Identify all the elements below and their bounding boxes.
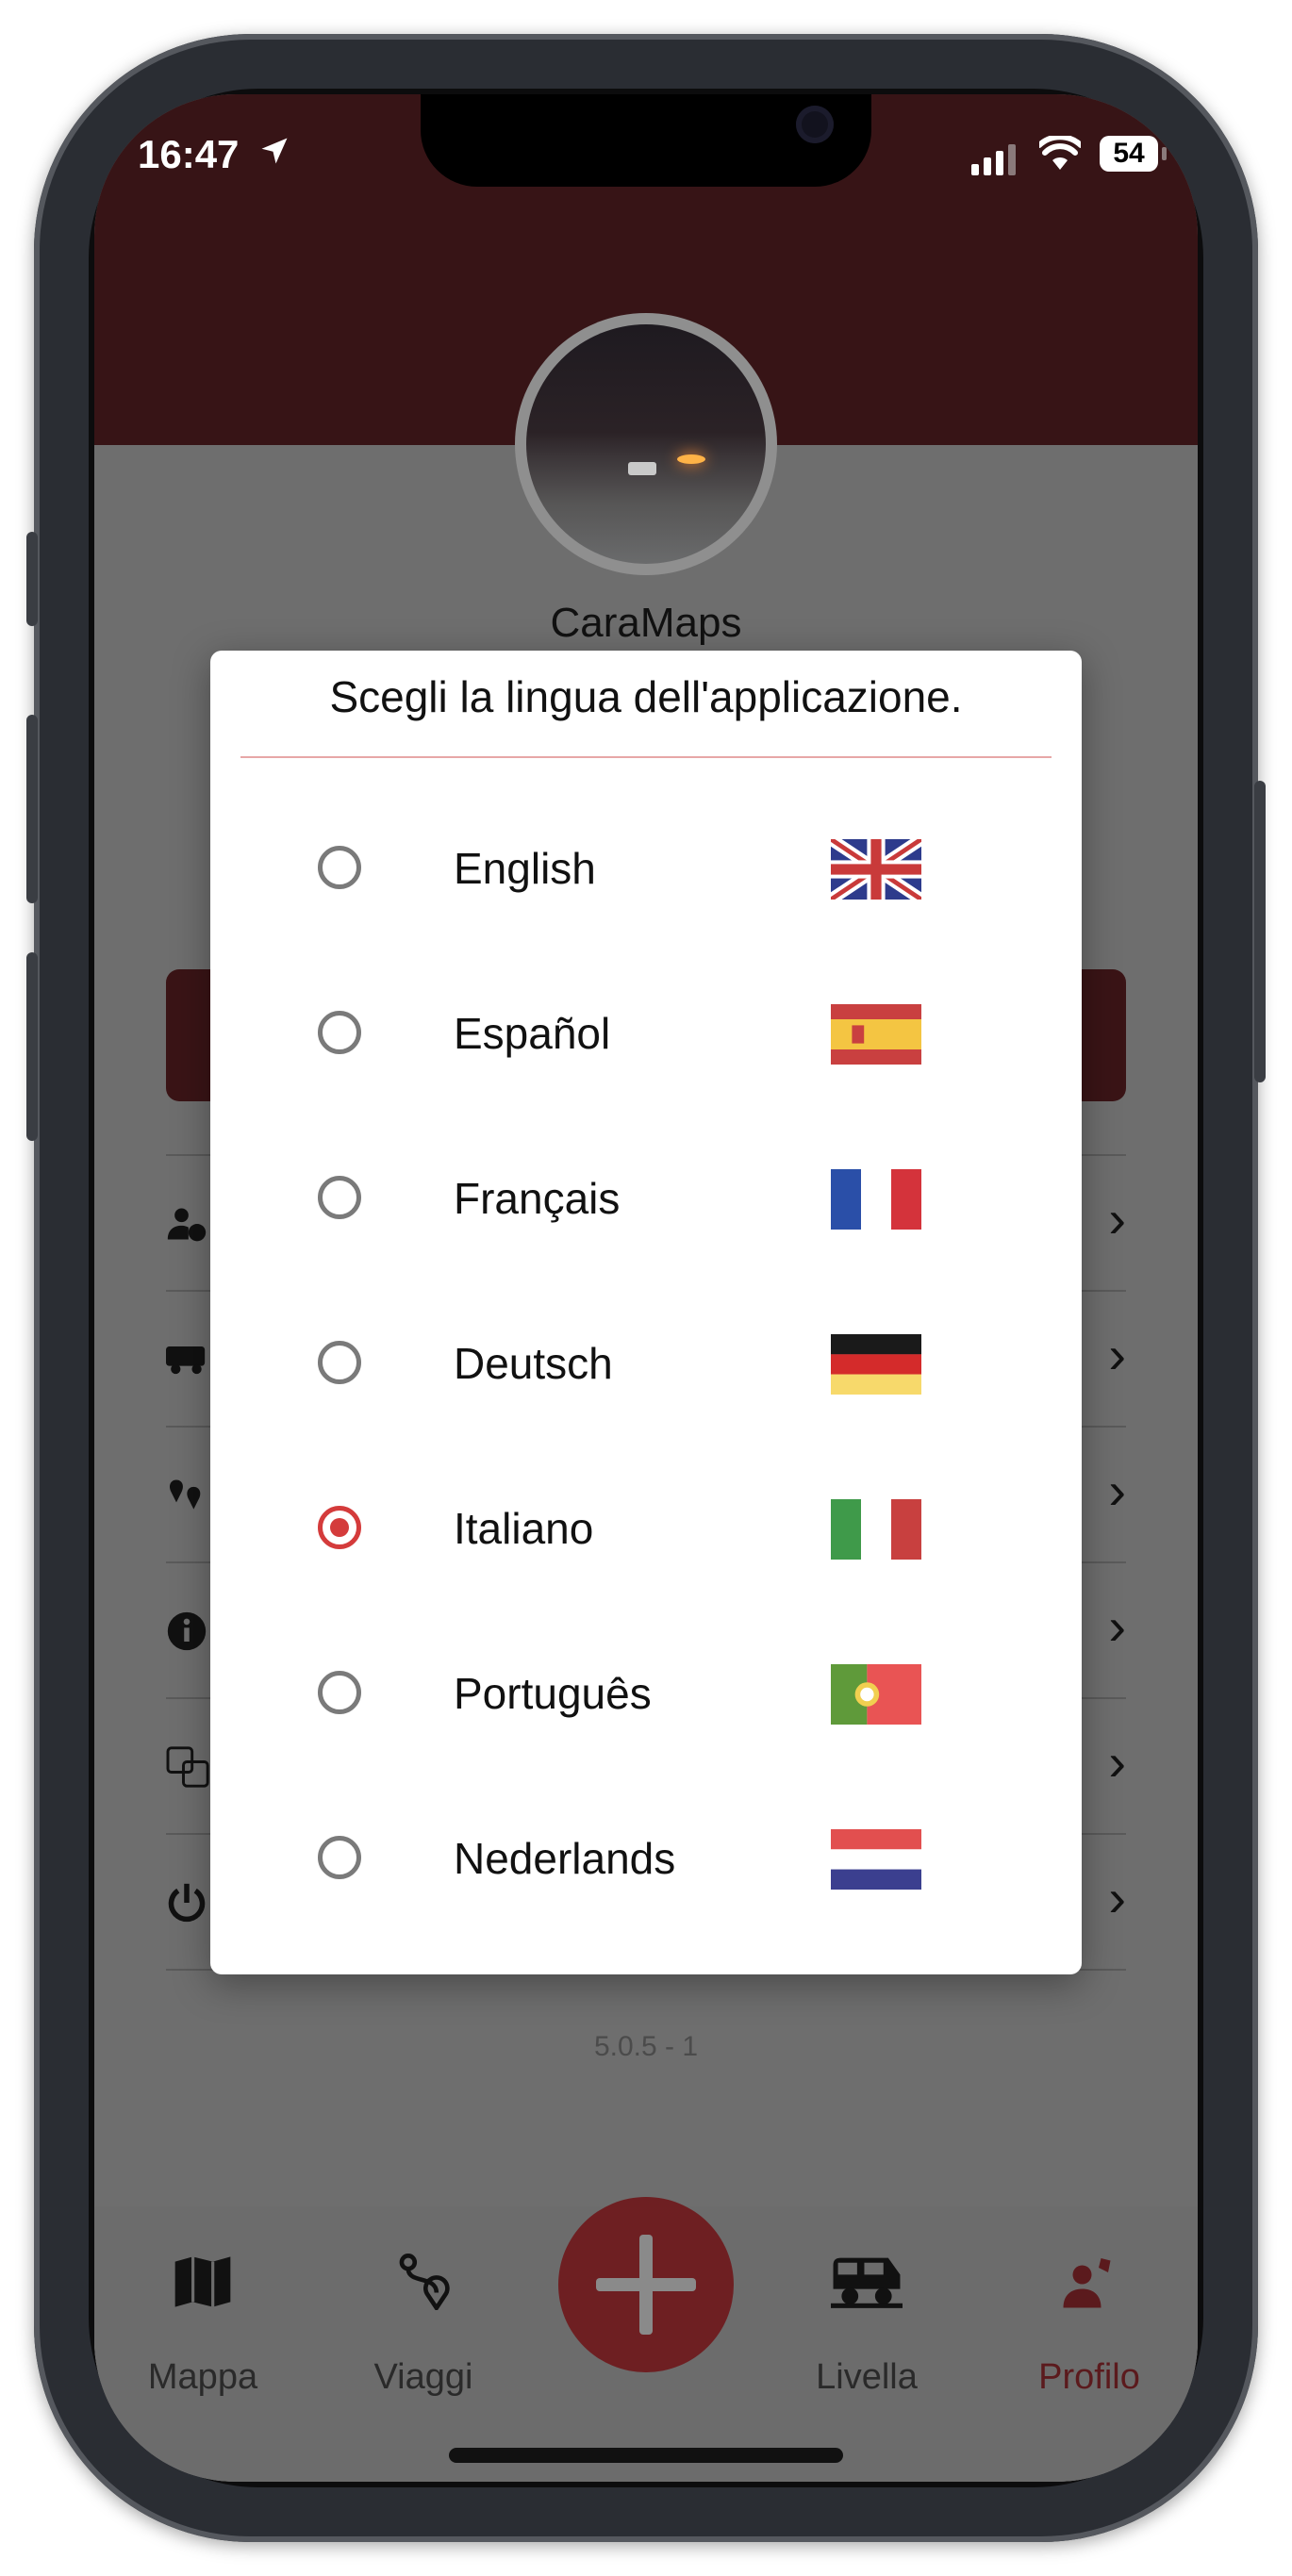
chevron-right-icon: ›: [1108, 1461, 1126, 1520]
home-indicator: [449, 2448, 843, 2463]
chevron-right-icon: ›: [1108, 1596, 1126, 1656]
volume-up-button: [26, 715, 38, 903]
language-option-espanol[interactable]: Español: [210, 966, 1082, 1108]
language-option-italiano[interactable]: Italiano: [210, 1461, 1082, 1603]
radio-espanol[interactable]: [318, 1011, 361, 1054]
netherlands-flag-icon: [831, 1829, 921, 1890]
language-label: English: [454, 844, 596, 893]
language-label: Italiano: [454, 1504, 594, 1553]
avatar-photo: [526, 324, 766, 564]
avatar[interactable]: [515, 313, 777, 575]
location-arrow-icon: [257, 132, 291, 177]
battery-icon: 54: [1100, 136, 1167, 172]
camper-icon: [166, 1339, 207, 1380]
language-label: Nederlands: [454, 1834, 676, 1883]
radio-francais[interactable]: [318, 1176, 361, 1219]
cellular-signal-icon: [971, 140, 1019, 185]
profile-icon[interactable]: [981, 2254, 1198, 2324]
dialog-title: Scegli la lingua dell'applicazione.: [329, 672, 963, 721]
add-button[interactable]: [558, 2197, 734, 2372]
mute-switch: [26, 532, 38, 626]
france-flag-icon: [831, 1169, 921, 1230]
info-icon: [166, 1610, 207, 1652]
language-option-portugues[interactable]: Português: [210, 1627, 1082, 1768]
language-label: Português: [454, 1669, 652, 1718]
volume-down-button: [26, 952, 38, 1141]
battery-level: 54: [1113, 138, 1145, 169]
chevron-right-icon: ›: [1108, 1325, 1126, 1384]
wifi-icon: [1036, 134, 1084, 181]
user-globe-icon: [166, 1203, 207, 1245]
language-option-francais[interactable]: Français: [210, 1131, 1082, 1273]
radio-italiano-selected[interactable]: [318, 1506, 361, 1549]
radio-deutsch[interactable]: [318, 1341, 361, 1384]
tab-viaggi[interactable]: Viaggi: [315, 2357, 532, 2398]
notch: [421, 94, 871, 187]
language-label: Français: [454, 1174, 621, 1223]
chevron-right-icon: ›: [1108, 1732, 1126, 1792]
power-icon: [166, 1882, 207, 1924]
chevron-right-icon: ›: [1108, 1189, 1126, 1248]
language-option-deutsch[interactable]: Deutsch: [210, 1296, 1082, 1438]
dialog-separator: [240, 756, 1052, 758]
translate-icon: [166, 1746, 209, 1788]
app-version: 5.0.5 - 1: [593, 2031, 699, 2062]
tab-livella[interactable]: Livella: [758, 2357, 975, 2398]
tab-mappa[interactable]: Mappa: [94, 2357, 311, 2398]
language-label: Español: [454, 1009, 611, 1058]
camper-level-icon[interactable]: [758, 2254, 975, 2324]
language-option-nederlands[interactable]: Nederlands: [210, 1792, 1082, 1933]
language-label: Deutsch: [454, 1339, 613, 1388]
portugal-flag-icon: [831, 1664, 921, 1725]
power-button: [1254, 781, 1266, 1082]
language-option-english[interactable]: English: [210, 801, 1082, 943]
tab-profilo[interactable]: Profilo: [981, 2357, 1198, 2398]
uk-flag-icon: [831, 839, 921, 900]
radio-nederlands[interactable]: [318, 1836, 361, 1879]
map-pins-icon: [166, 1475, 207, 1516]
language-dialog: Scegli la lingua dell'applicazione. Engl…: [210, 651, 1082, 1974]
route-icon[interactable]: [315, 2254, 532, 2324]
profile-name: CaraMaps: [550, 600, 742, 646]
italy-flag-icon: [831, 1499, 921, 1560]
germany-flag-icon: [831, 1334, 921, 1395]
radio-english[interactable]: [318, 846, 361, 889]
radio-portugues[interactable]: [318, 1671, 361, 1714]
front-camera: [796, 106, 834, 143]
spain-flag-icon: [831, 1004, 921, 1065]
status-time: 16:47: [138, 132, 291, 177]
chevron-right-icon: ›: [1108, 1868, 1126, 1927]
status-time-label: 16:47: [138, 132, 240, 176]
map-icon[interactable]: [94, 2254, 311, 2324]
